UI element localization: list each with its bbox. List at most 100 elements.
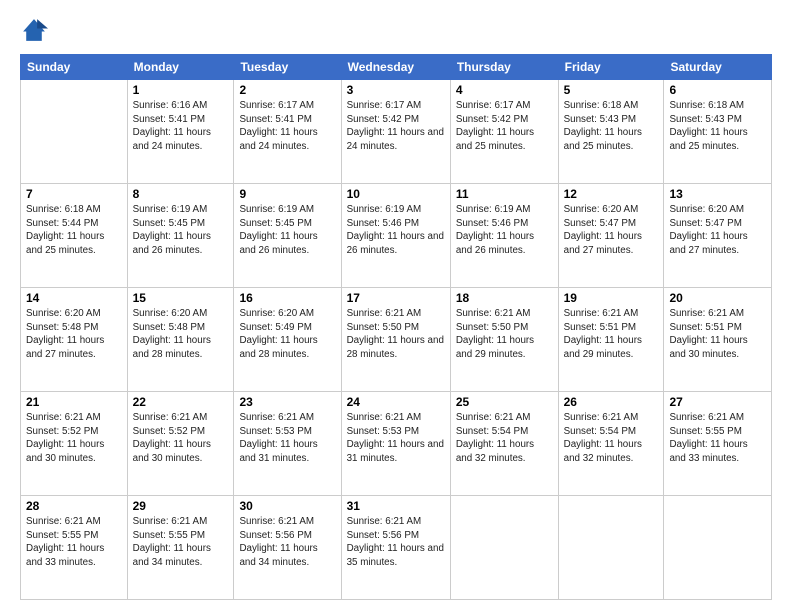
day-info: Sunrise: 6:21 AMSunset: 5:54 PMDaylight:… — [564, 411, 659, 466]
day-number: 19 — [564, 291, 659, 305]
calendar-cell: 7 Sunrise: 6:18 AMSunset: 5:44 PMDaylight… — [21, 184, 128, 288]
calendar-cell: 10 Sunrise: 6:19 AMSunset: 5:46 PMDayligh… — [341, 184, 450, 288]
day-info: Sunrise: 6:21 AMSunset: 5:55 PMDaylight:… — [133, 515, 229, 570]
calendar-cell: 31Sunrise: 6:21 AMSunset: 5:56 PMDayligh… — [341, 496, 450, 600]
calendar-week-5: 28 Sunrise: 6:21 AMSunset: 5:55 PMDayligh… — [21, 496, 772, 600]
day-info: Sunrise: 6:20 AMSunset: 5:48 PMDaylight:… — [133, 307, 229, 362]
day-header-thursday: Thursday — [450, 55, 558, 80]
day-number: 30 — [239, 499, 335, 513]
calendar-cell: 6 Sunrise: 6:18 AMSunset: 5:43 PMDaylight… — [664, 80, 772, 184]
calendar-cell: 21 Sunrise: 6:21 AMSunset: 5:52 PMDayligh… — [21, 392, 128, 496]
logo-icon — [20, 16, 48, 44]
calendar-cell: 15 Sunrise: 6:20 AMSunset: 5:48 PMDayligh… — [127, 288, 234, 392]
day-number: 16 — [239, 291, 335, 305]
day-header-tuesday: Tuesday — [234, 55, 341, 80]
calendar-cell: 25 Sunrise: 6:21 AMSunset: 5:54 PMDayligh… — [450, 392, 558, 496]
day-number: 24 — [347, 395, 445, 409]
day-number: 2 — [239, 83, 335, 97]
day-info: Sunrise: 6:21 AMSunset: 5:51 PMDaylight:… — [564, 307, 659, 362]
day-info: Sunrise: 6:16 AMSunset: 5:41 PMDaylight:… — [133, 99, 229, 154]
calendar-cell: 28 Sunrise: 6:21 AMSunset: 5:55 PMDayligh… — [21, 496, 128, 600]
calendar-cell: 26 Sunrise: 6:21 AMSunset: 5:54 PMDayligh… — [558, 392, 664, 496]
day-number: 18 — [456, 291, 553, 305]
calendar-cell: 13Sunrise: 6:20 AMSunset: 5:47 PMDayligh… — [664, 184, 772, 288]
day-info: Sunrise: 6:20 AMSunset: 5:49 PMDaylight:… — [239, 307, 335, 362]
day-info: Sunrise: 6:21 AMSunset: 5:52 PMDaylight:… — [26, 411, 122, 466]
day-number: 8 — [133, 187, 229, 201]
day-number: 21 — [26, 395, 122, 409]
day-info: Sunrise: 6:21 AMSunset: 5:52 PMDaylight:… — [133, 411, 229, 466]
day-info: Sunrise: 6:21 AMSunset: 5:51 PMDaylight:… — [669, 307, 766, 362]
day-info: Sunrise: 6:21 AMSunset: 5:50 PMDaylight:… — [456, 307, 553, 362]
day-info: Sunrise: 6:19 AMSunset: 5:46 PMDaylight:… — [456, 203, 553, 258]
logo — [20, 16, 52, 44]
calendar-cell: 16 Sunrise: 6:20 AMSunset: 5:49 PMDayligh… — [234, 288, 341, 392]
calendar-table: SundayMondayTuesdayWednesdayThursdayFrid… — [20, 54, 772, 600]
day-number: 26 — [564, 395, 659, 409]
day-number: 7 — [26, 187, 122, 201]
header — [20, 16, 772, 44]
calendar-cell: 29 Sunrise: 6:21 AMSunset: 5:55 PMDayligh… — [127, 496, 234, 600]
day-info: Sunrise: 6:21 AMSunset: 5:50 PMDaylight:… — [347, 307, 445, 362]
calendar-cell: 27 Sunrise: 6:21 AMSunset: 5:55 PMDayligh… — [664, 392, 772, 496]
day-info: Sunrise: 6:20 AMSunset: 5:47 PMDaylight:… — [564, 203, 659, 258]
day-number: 12 — [564, 187, 659, 201]
day-info: Sunrise: 6:20 AMSunset: 5:47 PMDaylight:… — [669, 203, 766, 258]
day-number: 25 — [456, 395, 553, 409]
calendar-cell: 2 Sunrise: 6:17 AMSunset: 5:41 PMDaylight… — [234, 80, 341, 184]
day-number: 28 — [26, 499, 122, 513]
day-header-saturday: Saturday — [664, 55, 772, 80]
day-info: Sunrise: 6:21 AMSunset: 5:54 PMDaylight:… — [456, 411, 553, 466]
day-info: Sunrise: 6:19 AMSunset: 5:46 PMDaylight:… — [347, 203, 445, 258]
calendar-cell — [558, 496, 664, 600]
calendar-header-row: SundayMondayTuesdayWednesdayThursdayFrid… — [21, 55, 772, 80]
day-number: 6 — [669, 83, 766, 97]
calendar-week-3: 14Sunrise: 6:20 AMSunset: 5:48 PMDayligh… — [21, 288, 772, 392]
day-number: 9 — [239, 187, 335, 201]
day-number: 10 — [347, 187, 445, 201]
day-info: Sunrise: 6:19 AMSunset: 5:45 PMDaylight:… — [239, 203, 335, 258]
day-info: Sunrise: 6:21 AMSunset: 5:56 PMDaylight:… — [347, 515, 445, 570]
calendar-cell: 20Sunrise: 6:21 AMSunset: 5:51 PMDayligh… — [664, 288, 772, 392]
day-number: 15 — [133, 291, 229, 305]
calendar-cell: 22 Sunrise: 6:21 AMSunset: 5:52 PMDayligh… — [127, 392, 234, 496]
day-info: Sunrise: 6:21 AMSunset: 5:56 PMDaylight:… — [239, 515, 335, 570]
day-number: 23 — [239, 395, 335, 409]
calendar-cell: 5 Sunrise: 6:18 AMSunset: 5:43 PMDaylight… — [558, 80, 664, 184]
day-number: 29 — [133, 499, 229, 513]
day-info: Sunrise: 6:18 AMSunset: 5:43 PMDaylight:… — [669, 99, 766, 154]
calendar-cell: 12 Sunrise: 6:20 AMSunset: 5:47 PMDayligh… — [558, 184, 664, 288]
day-info: Sunrise: 6:18 AMSunset: 5:44 PMDaylight:… — [26, 203, 122, 258]
day-header-wednesday: Wednesday — [341, 55, 450, 80]
calendar-cell — [664, 496, 772, 600]
day-info: Sunrise: 6:21 AMSunset: 5:55 PMDaylight:… — [26, 515, 122, 570]
calendar-cell: 19 Sunrise: 6:21 AMSunset: 5:51 PMDayligh… — [558, 288, 664, 392]
day-header-friday: Friday — [558, 55, 664, 80]
day-number: 27 — [669, 395, 766, 409]
day-info: Sunrise: 6:17 AMSunset: 5:42 PMDaylight:… — [456, 99, 553, 154]
day-info: Sunrise: 6:21 AMSunset: 5:55 PMDaylight:… — [669, 411, 766, 466]
calendar-cell: 14Sunrise: 6:20 AMSunset: 5:48 PMDayligh… — [21, 288, 128, 392]
day-number: 4 — [456, 83, 553, 97]
calendar-week-1: 1 Sunrise: 6:16 AMSunset: 5:41 PMDaylight… — [21, 80, 772, 184]
day-info: Sunrise: 6:18 AMSunset: 5:43 PMDaylight:… — [564, 99, 659, 154]
calendar-week-2: 7 Sunrise: 6:18 AMSunset: 5:44 PMDaylight… — [21, 184, 772, 288]
day-info: Sunrise: 6:17 AMSunset: 5:41 PMDaylight:… — [239, 99, 335, 154]
day-info: Sunrise: 6:20 AMSunset: 5:48 PMDaylight:… — [26, 307, 122, 362]
day-info: Sunrise: 6:19 AMSunset: 5:45 PMDaylight:… — [133, 203, 229, 258]
calendar-cell: 3Sunrise: 6:17 AMSunset: 5:42 PMDaylight… — [341, 80, 450, 184]
page: SundayMondayTuesdayWednesdayThursdayFrid… — [0, 0, 792, 612]
calendar-cell: 11 Sunrise: 6:19 AMSunset: 5:46 PMDayligh… — [450, 184, 558, 288]
day-number: 1 — [133, 83, 229, 97]
day-number: 22 — [133, 395, 229, 409]
day-info: Sunrise: 6:17 AMSunset: 5:42 PMDaylight:… — [347, 99, 445, 154]
calendar-cell: 17Sunrise: 6:21 AMSunset: 5:50 PMDayligh… — [341, 288, 450, 392]
calendar-cell: 8 Sunrise: 6:19 AMSunset: 5:45 PMDaylight… — [127, 184, 234, 288]
day-header-monday: Monday — [127, 55, 234, 80]
day-number: 5 — [564, 83, 659, 97]
calendar-cell: 9 Sunrise: 6:19 AMSunset: 5:45 PMDaylight… — [234, 184, 341, 288]
calendar-cell — [21, 80, 128, 184]
day-number: 11 — [456, 187, 553, 201]
calendar-cell: 4 Sunrise: 6:17 AMSunset: 5:42 PMDaylight… — [450, 80, 558, 184]
calendar-cell: 30 Sunrise: 6:21 AMSunset: 5:56 PMDayligh… — [234, 496, 341, 600]
